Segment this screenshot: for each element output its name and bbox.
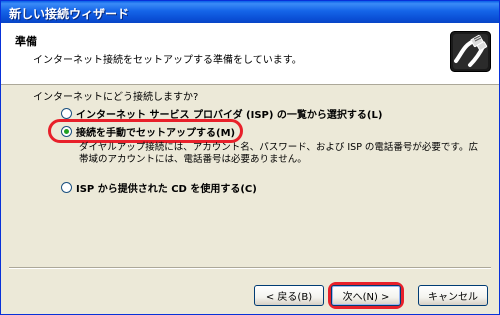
network-cable-icon (450, 31, 491, 72)
header-subtitle: インターネット接続をセットアップする準備をしています。 (33, 55, 302, 66)
header-title: 準備 (15, 35, 37, 48)
option-manual-setup-label: 接続を手動でセットアップする(M) (76, 127, 236, 139)
title-bar[interactable]: 新しい接続ウィザード (1, 1, 499, 23)
radio-isp-list[interactable] (61, 107, 72, 119)
window-title: 新しい接続ウィザード (9, 7, 130, 21)
question-label: インターネットにどう接続しますか? (33, 92, 199, 103)
next-button[interactable]: 次へ(N) > (331, 285, 401, 306)
back-button[interactable]: < 戻る(B) (254, 285, 324, 306)
radio-manual-setup[interactable] (61, 125, 72, 137)
option-isp-cd[interactable]: ISP から提供された CD を使用する(C) (61, 179, 257, 195)
radio-isp-cd[interactable] (61, 181, 72, 193)
cancel-button[interactable]: キャンセル (418, 285, 488, 306)
wizard-window: 新しい接続ウィザード 準備 インターネット接続をセットアップする準備をしています… (0, 0, 500, 315)
footer-divider (9, 267, 491, 269)
manual-setup-description: ダイヤルアップ接続には、アカウント名、パスワード、および ISP の電話番号が必… (79, 142, 478, 165)
wizard-header: 準備 インターネット接続をセットアップする準備をしています。 (1, 23, 499, 85)
option-isp-cd-label: ISP から提供された CD を使用する(C) (76, 183, 257, 195)
option-manual-setup[interactable]: 接続を手動でセットアップする(M) (61, 123, 235, 139)
wizard-content: インターネットにどう接続しますか? インターネット サービス プロバイダ (IS… (1, 85, 499, 267)
